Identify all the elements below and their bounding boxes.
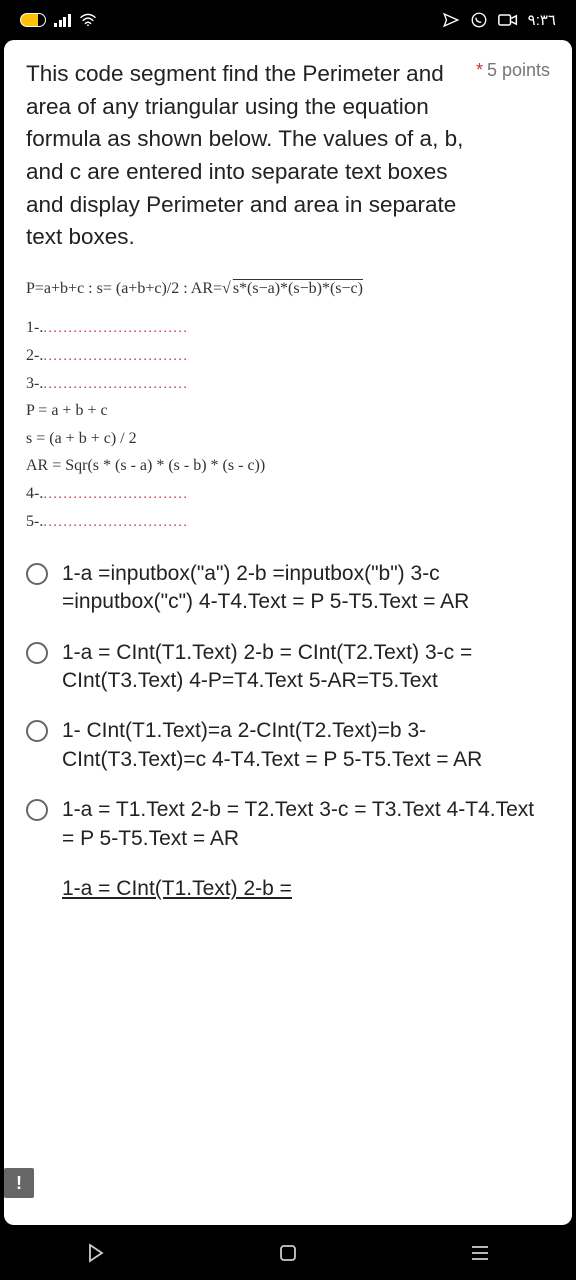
- nav-home-icon[interactable]: [276, 1241, 300, 1265]
- formula-block: P=a+b+c : s= (a+b+c)/2 : AR=√s*(s−a)*(s−…: [26, 276, 550, 534]
- status-time: ٩:٣٦: [528, 11, 556, 29]
- formula-p: P = a + b + c: [26, 398, 550, 424]
- video-icon: [498, 13, 518, 27]
- battery-icon: [20, 13, 46, 27]
- nav-back-icon[interactable]: [84, 1241, 108, 1265]
- formula-ar: AR = Sqr(s * (s - a) * (s - b) * (s - c)…: [26, 453, 550, 479]
- blank-4: 4-.: [26, 485, 43, 502]
- formula-left: P=a+b+c : s= (a+b+c)/2 : AR=: [26, 280, 222, 297]
- blank-3: 3-.: [26, 375, 43, 392]
- question-card: This code segment find the Perimeter and…: [4, 40, 572, 1225]
- option-3[interactable]: 1- CInt(T1.Text)=a 2-CInt(T2.Text)=b 3-C…: [26, 717, 550, 774]
- feedback-button[interactable]: !: [4, 1168, 34, 1198]
- send-icon: [442, 11, 460, 29]
- option-5-text: 1-a = CInt(T1.Text) 2-b =: [62, 875, 292, 903]
- question-header: This code segment find the Perimeter and…: [26, 58, 550, 254]
- radio-icon[interactable]: [26, 720, 48, 742]
- option-3-text: 1- CInt(T1.Text)=a 2-CInt(T2.Text)=b 3-C…: [62, 717, 550, 774]
- fill-lines: 1-.............................. 2-.....…: [26, 315, 550, 534]
- question-text: This code segment find the Perimeter and…: [26, 58, 476, 254]
- wifi-icon: [79, 13, 97, 27]
- radio-icon[interactable]: [26, 563, 48, 585]
- blank-2: 2-.: [26, 347, 43, 364]
- option-1[interactable]: 1-a =inputbox("a") 2-b =inputbox("b") 3-…: [26, 560, 550, 617]
- option-2-text: 1-a = CInt(T1.Text) 2-b = CInt(T2.Text) …: [62, 639, 550, 696]
- options-list: 1-a =inputbox("a") 2-b =inputbox("b") 3-…: [26, 560, 550, 893]
- radio-icon[interactable]: [26, 799, 48, 821]
- formula-main: P=a+b+c : s= (a+b+c)/2 : AR=√s*(s−a)*(s−…: [26, 276, 550, 302]
- status-left: [20, 13, 97, 27]
- points-value: 5 points: [487, 60, 550, 80]
- option-2[interactable]: 1-a = CInt(T1.Text) 2-b = CInt(T2.Text) …: [26, 639, 550, 696]
- points-label: *5 points: [476, 60, 550, 81]
- whatsapp-icon: [470, 11, 488, 29]
- option-1-text: 1-a =inputbox("a") 2-b =inputbox("b") 3-…: [62, 560, 550, 617]
- blank-1: 1-.: [26, 319, 43, 336]
- status-bar: ٩:٣٦: [0, 0, 576, 40]
- radio-icon[interactable]: [26, 642, 48, 664]
- option-4[interactable]: 1-a = T1.Text 2-b = T2.Text 3-c = T3.Tex…: [26, 796, 550, 853]
- nav-bar: [0, 1225, 576, 1280]
- formula-s: s = (a + b + c) / 2: [26, 426, 550, 452]
- status-right: ٩:٣٦: [442, 11, 556, 29]
- nav-recent-icon[interactable]: [468, 1241, 492, 1265]
- option-5[interactable]: 1-a = CInt(T1.Text) 2-b =: [26, 875, 550, 903]
- required-star: *: [476, 60, 483, 80]
- option-4-text: 1-a = T1.Text 2-b = T2.Text 3-c = T3.Tex…: [62, 796, 550, 853]
- blank-5: 5-.: [26, 513, 43, 530]
- signal-icon: [54, 13, 71, 27]
- formula-sqrt: s*(s−a)*(s−b)*(s−c): [231, 280, 363, 297]
